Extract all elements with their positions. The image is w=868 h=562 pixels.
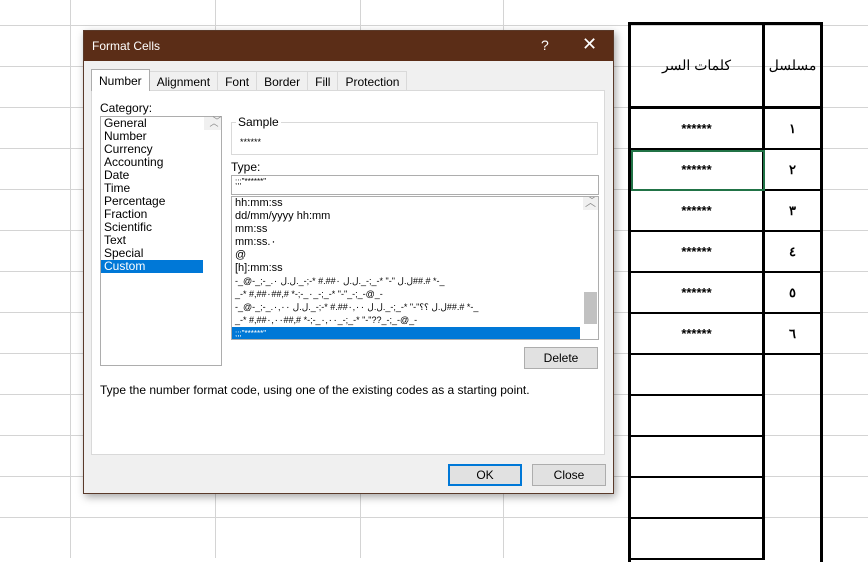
type-label: Type:	[231, 160, 261, 174]
password-cell[interactable]: ******	[631, 273, 765, 314]
empty-cell[interactable]	[631, 437, 765, 478]
close-button[interactable]: Close	[532, 464, 606, 486]
header-password[interactable]: كلمات السر	[631, 25, 765, 109]
password-cell[interactable]: ******	[631, 150, 765, 191]
serial-cell[interactable]: ٢	[765, 150, 820, 191]
format-item[interactable]: [h]:mm:ss	[232, 262, 598, 275]
format-item[interactable]: mm:ss	[232, 223, 598, 236]
password-cell[interactable]: ******	[631, 232, 765, 273]
format-item[interactable]: hh:mm:ss	[232, 197, 598, 210]
tab-number[interactable]: Number	[91, 69, 150, 91]
empty-cell[interactable]	[631, 396, 765, 437]
serial-cell[interactable]: ٦	[765, 314, 820, 355]
sample-box: Sample ******	[231, 115, 598, 155]
tab-border[interactable]: Border	[256, 71, 309, 91]
password-table: كلمات السر مسلسل ****** ١ ****** ٢ ****** ٣ **…	[628, 22, 823, 562]
format-list[interactable]: ︿ ﹀ hh:mm:ss dd/mm/yyyy hh:mm mm:ss mm:ss.٠ @…	[231, 196, 599, 340]
category-label: Category:	[100, 101, 153, 115]
sample-value: ******	[240, 137, 262, 147]
ok-button[interactable]: OK	[448, 464, 522, 486]
serial-cell[interactable]: ٥	[765, 273, 820, 314]
sample-label: Sample	[236, 115, 281, 129]
dialog-title: Format Cells	[92, 39, 161, 53]
serial-cell[interactable]: ٤	[765, 232, 820, 273]
format-cells-dialog: Format Cells ? ✕ Number Alignment Font Bord…	[83, 30, 614, 494]
tab-protection[interactable]: Protection	[337, 71, 408, 91]
help-icon[interactable]: ?	[541, 37, 549, 53]
format-item[interactable]: -_@-_;-_.ل.ل ؟؟"-" *-_;-_.ل.ل ٠,٠٠##.# *…	[232, 301, 598, 314]
tab-fill[interactable]: Fill	[307, 71, 339, 91]
format-item[interactable]: dd/mm/yyyy hh:mm	[232, 210, 598, 223]
password-cell[interactable]: ******	[631, 109, 765, 150]
format-item[interactable]: mm:ss.٠	[232, 236, 598, 249]
category-scrollbar[interactable]: ︿ ﹀	[204, 116, 222, 130]
tab-alignment[interactable]: Alignment	[148, 71, 219, 91]
category-item[interactable]: Custom	[101, 260, 203, 273]
empty-cell[interactable]	[631, 478, 765, 519]
hint-text: Type the number format code, using one o…	[100, 383, 530, 397]
header-serial[interactable]: مسلسل	[765, 25, 820, 109]
dialog-title-bar: Format Cells ? ✕	[84, 31, 613, 61]
tab-font[interactable]: Font	[217, 71, 258, 91]
format-scrollbar[interactable]: ︿ ﹀	[583, 197, 598, 324]
close-icon[interactable]: ✕	[582, 34, 597, 55]
format-item-selected[interactable]: ;;;"******"	[232, 327, 580, 339]
number-tab-panel: Category: ︿ ﹀ General Number Currency Accoun…	[91, 90, 605, 455]
empty-cell[interactable]	[631, 519, 765, 560]
category-list[interactable]: ︿ ﹀ General Number Currency Accounting Date Ti…	[100, 116, 222, 366]
type-input[interactable]: ;;;"******"	[231, 175, 599, 195]
tab-bar: Number Alignment Font Border Fill Protection	[91, 69, 408, 91]
format-item[interactable]: -_@-_;-_.ل.ل "-" *-_;-_.ل.ل ٠##.# *-;-_.…	[232, 275, 598, 288]
format-item[interactable]: @	[232, 249, 598, 262]
password-cell[interactable]: ******	[631, 191, 765, 232]
format-item[interactable]: _-* #,##٠_-;-* #,##٠_-;_-* "-"_-;_-@_-	[232, 288, 598, 301]
password-cell[interactable]: ******	[631, 314, 765, 355]
format-item[interactable]: _-* #,##٠,٠٠_-;-* #,##٠,٠٠_-;_-* "-"??_-…	[232, 314, 598, 327]
serial-cell[interactable]: ١	[765, 109, 820, 150]
delete-button[interactable]: Delete	[524, 347, 598, 369]
serial-cell[interactable]: ٣	[765, 191, 820, 232]
empty-cell[interactable]	[631, 355, 765, 396]
